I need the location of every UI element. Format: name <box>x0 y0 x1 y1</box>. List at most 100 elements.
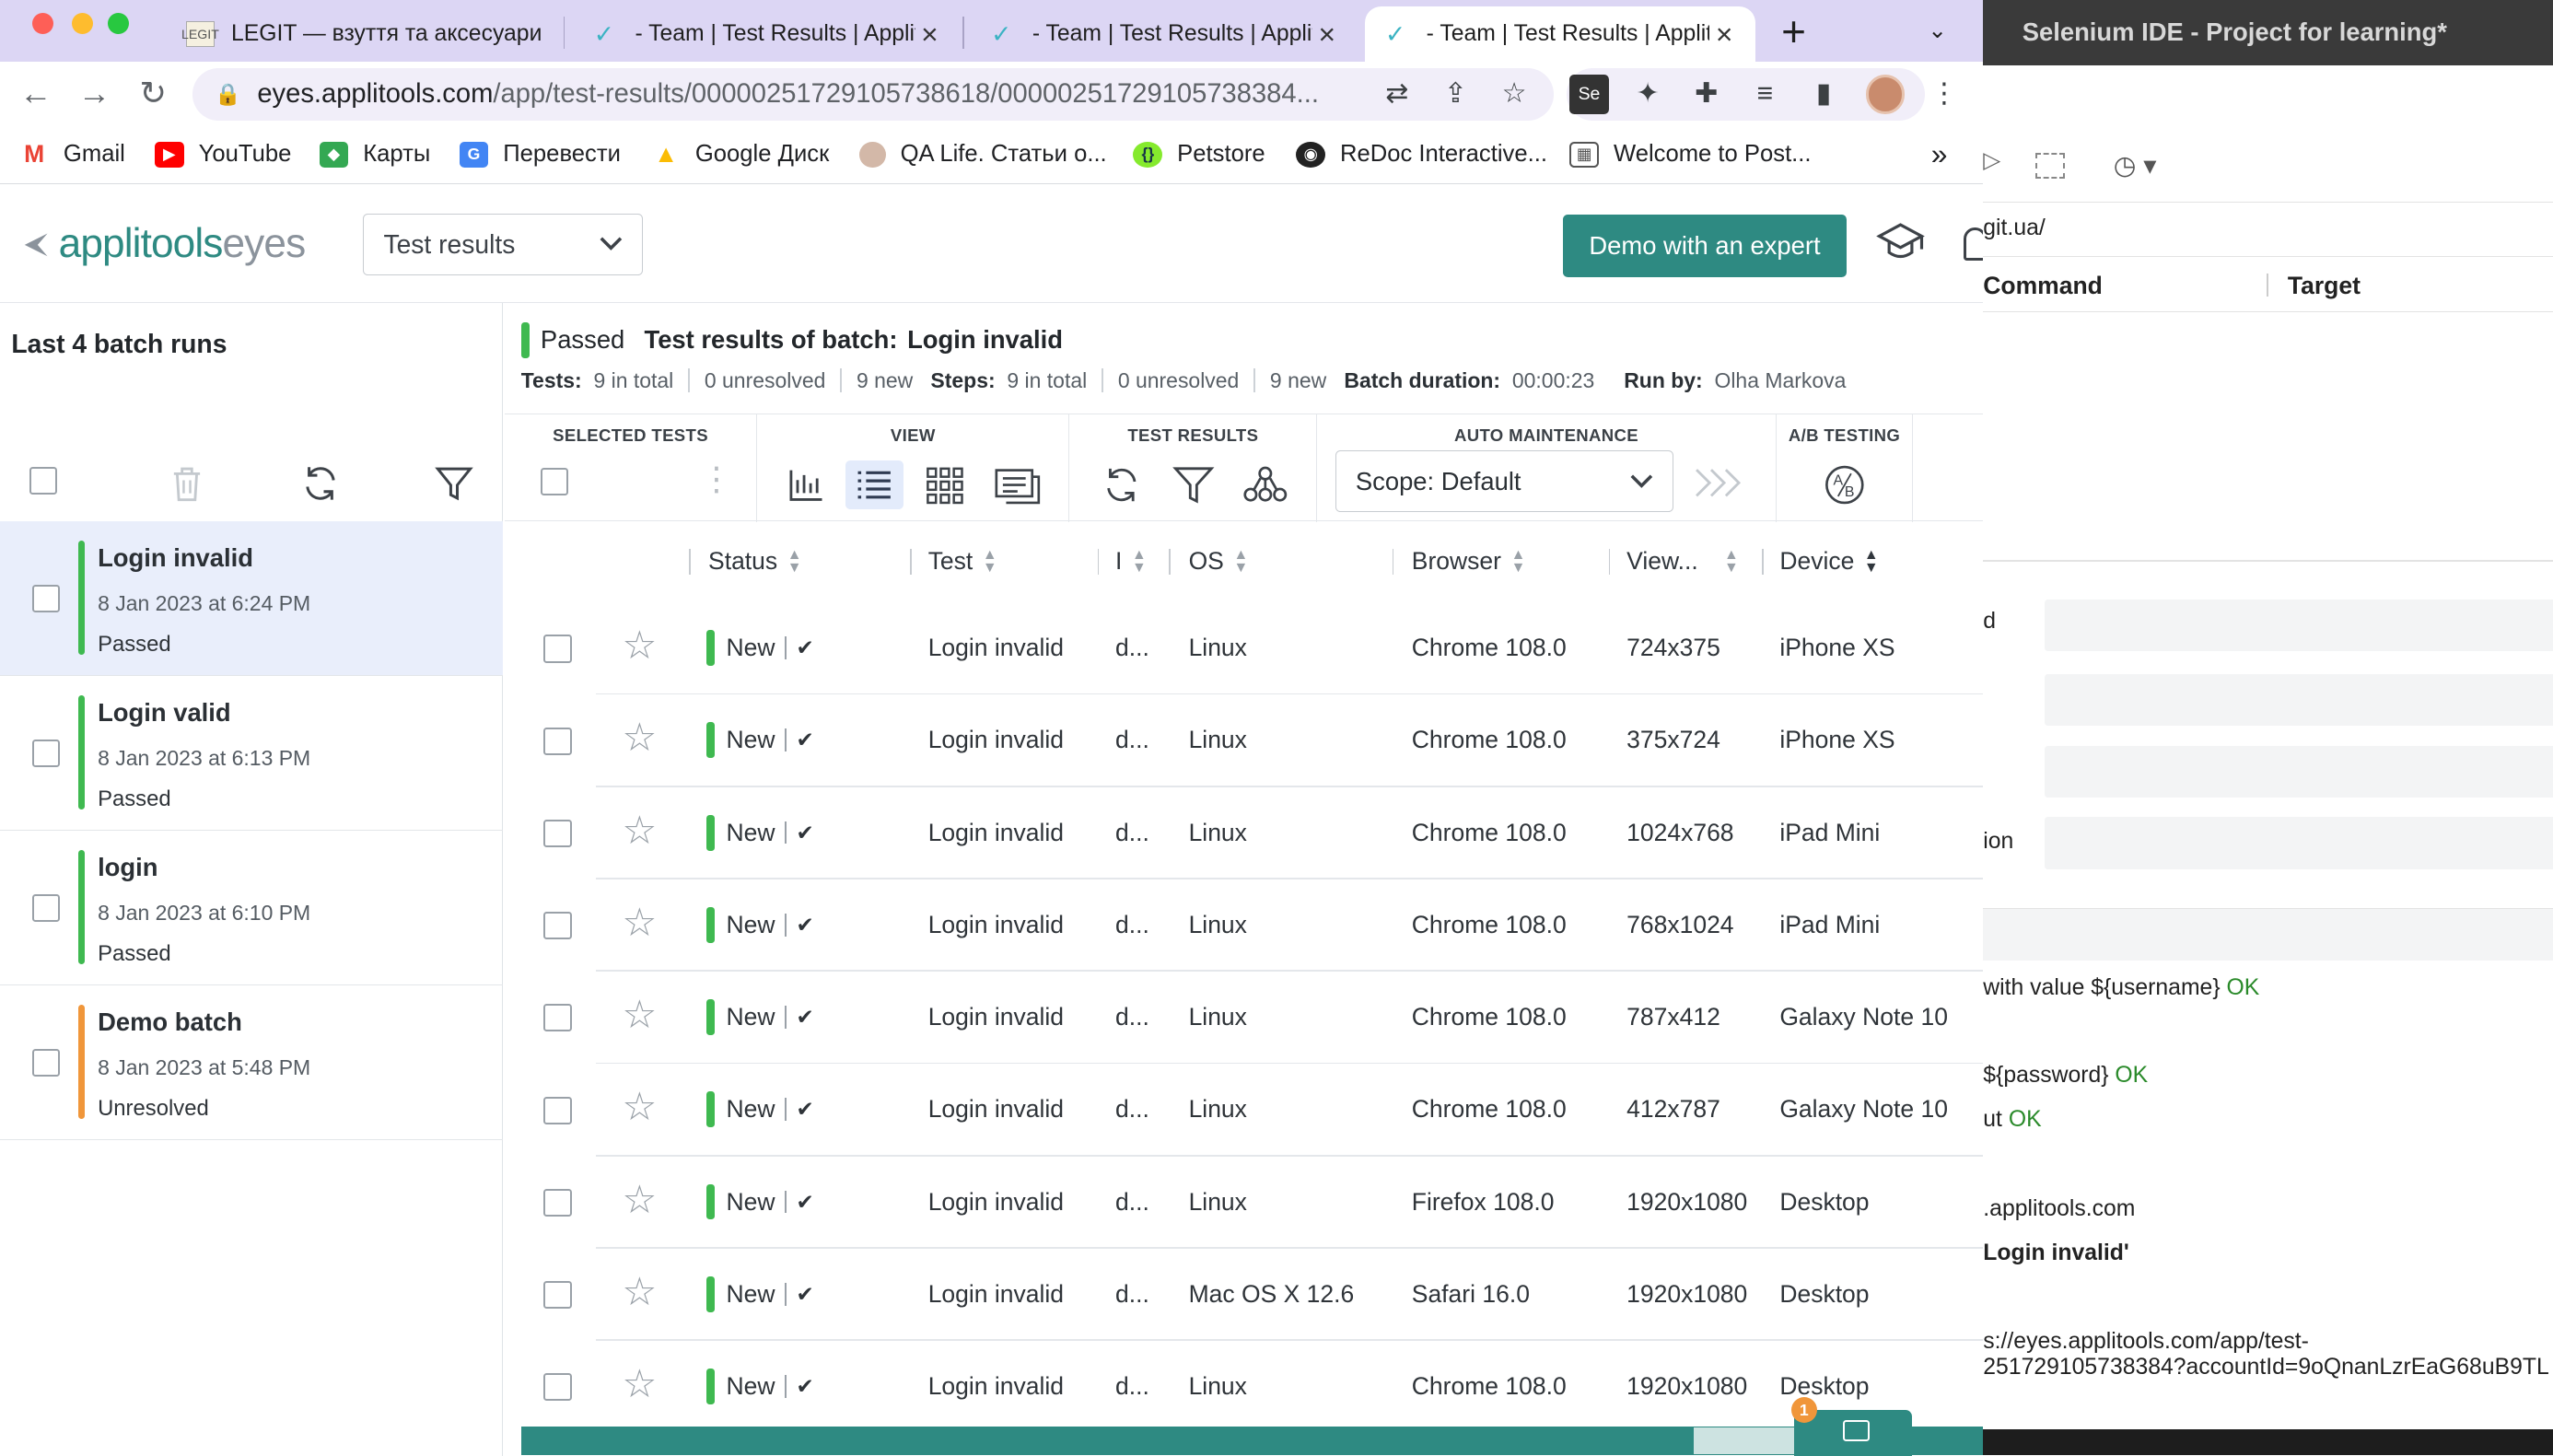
table-row[interactable]: ☆ New ✔ Login invalid d... Mac OS X 12.6 Safar… <box>505 1249 1984 1342</box>
table-row[interactable]: ☆ New ✔ Login invalid d... Linux Chrome 108.0 1… <box>505 1341 1984 1434</box>
address-bar[interactable]: 🔒 eyes.applitools.com/app/test-results/0… <box>192 68 1554 121</box>
kebab-menu-icon[interactable]: ⋮ <box>700 460 732 498</box>
speed-timer-icon[interactable]: ◷ ▾ <box>2114 150 2157 181</box>
trash-icon[interactable] <box>166 462 208 505</box>
ide-url-bar[interactable]: git.ua/ <box>1983 202 2553 258</box>
list-view-icon[interactable] <box>845 460 904 509</box>
table-row[interactable]: ☆ New ✔ Login invalid d... Linux Chrome 108.0 4… <box>505 1064 1984 1157</box>
run-all-icon[interactable]: ▷ <box>1983 146 2000 174</box>
applitools-logo[interactable]: applitools eyes <box>23 221 306 267</box>
bookmark-petstore[interactable]: {} Petstore <box>1133 136 1265 172</box>
row-checkbox[interactable] <box>543 819 572 847</box>
table-row[interactable]: ☆ New ✔ Login invalid d... Linux Chrome 108.0 7… <box>505 972 1984 1065</box>
row-checkbox[interactable] <box>543 635 572 663</box>
tab-search-chevron-icon[interactable]: ⌄ <box>1928 17 1947 44</box>
details-view-icon[interactable] <box>988 460 1047 509</box>
puzzle-extensions-icon[interactable]: ✚ <box>1687 75 1726 113</box>
translate-icon[interactable]: ⇄ <box>1378 75 1416 113</box>
star-icon[interactable]: ☆ <box>622 1270 657 1315</box>
forward-arrow-icon[interactable]: → <box>75 75 113 113</box>
status-cell[interactable]: New ✔ <box>706 787 814 879</box>
bookmark-translate[interactable]: G Перевести <box>459 136 621 172</box>
column-header-browser[interactable]: Browser ▲ ▼ <box>1412 522 1526 600</box>
row-checkbox[interactable] <box>543 912 572 940</box>
auto-maintain-arrows-icon[interactable] <box>1690 463 1749 502</box>
table-row[interactable]: ☆ New ✔ Login invalid d... Linux Chrome 108.0 1… <box>505 787 1984 879</box>
ab-testing-icon[interactable]: AB <box>1815 460 1874 509</box>
batch-item[interactable]: Demo batch 8 Jan 2023 at 5:48 PM Unresol… <box>0 985 504 1140</box>
star-icon[interactable]: ☆ <box>622 901 657 946</box>
row-checkbox[interactable] <box>543 1096 572 1124</box>
row-checkbox[interactable] <box>543 1373 572 1402</box>
applitools-extension-icon[interactable]: ✦ <box>1628 75 1667 113</box>
filter-icon[interactable] <box>1164 460 1223 509</box>
bookmark-maps[interactable]: ◆ Карты <box>319 136 430 172</box>
bookmark-gmail[interactable]: M Gmail <box>19 136 125 172</box>
star-bookmark-icon[interactable]: ☆ <box>1495 75 1533 113</box>
row-checkbox[interactable] <box>543 1188 572 1217</box>
select-all-batches-checkbox[interactable] <box>29 467 57 495</box>
row-checkbox[interactable] <box>543 1281 572 1310</box>
ide-value-field[interactable] <box>2045 745 2553 798</box>
filter-icon[interactable] <box>433 462 475 505</box>
column-header-i[interactable]: I ▲ ▼ <box>1115 522 1147 600</box>
browser-tab-applitools-active[interactable]: ✓ - Team | Test Results | Applitools × <box>1364 6 1755 63</box>
batch-checkbox[interactable] <box>32 893 61 922</box>
bookmark-qa-life[interactable]: QA Life. Статьи о... <box>859 136 1107 172</box>
column-header-os[interactable]: OS ▲ ▼ <box>1189 522 1249 600</box>
bar-chart-view-icon[interactable] <box>776 460 835 509</box>
browser-tab-applitools-2[interactable]: ✓ - Team | Test Results | Applitools × <box>971 6 1358 62</box>
bell-icon[interactable] <box>1964 227 1984 261</box>
batch-checkbox[interactable] <box>32 1048 61 1077</box>
share-icon[interactable]: ⇪ <box>1436 75 1475 113</box>
demo-with-expert-button[interactable]: Demo with an expert <box>1563 215 1847 277</box>
scrollbar-thumb[interactable] <box>1693 1427 1801 1454</box>
status-cell[interactable]: New ✔ <box>706 1341 814 1432</box>
status-cell[interactable]: New ✔ <box>706 1064 814 1155</box>
new-tab-icon[interactable]: + <box>1781 6 1806 56</box>
table-row[interactable]: ☆ New ✔ Login invalid d... Linux Chrome 108.0 7… <box>505 879 1984 973</box>
bookmark-youtube[interactable]: ▶ YouTube <box>154 136 291 172</box>
table-row[interactable]: ☆ New ✔ Login invalid d... Linux Firefox 108.0… <box>505 1157 1984 1249</box>
browser-tab-applitools-1[interactable]: ✓ - Team | Test Results | Applitools × <box>573 6 961 62</box>
minimize-window-button[interactable] <box>71 13 93 35</box>
status-cell[interactable]: New ✔ <box>706 602 814 693</box>
status-cell[interactable]: New ✔ <box>706 972 814 1063</box>
close-tab-icon[interactable]: × <box>1709 17 1739 52</box>
column-header-test[interactable]: Test ▲ ▼ <box>928 522 997 600</box>
back-arrow-icon[interactable]: ← <box>17 75 55 113</box>
status-cell[interactable]: New ✔ <box>706 879 814 971</box>
step-over-icon[interactable] <box>2034 153 2065 180</box>
kebab-menu-icon[interactable]: ⋮ <box>1925 75 1964 113</box>
star-icon[interactable]: ☆ <box>622 809 657 854</box>
batch-item[interactable]: Login invalid 8 Jan 2023 at 6:24 PM Pass… <box>0 520 504 676</box>
ide-target-field[interactable] <box>2045 673 2553 727</box>
refresh-icon[interactable] <box>1092 460 1151 509</box>
column-header-viewport[interactable]: View... ▲ ▼ <box>1626 522 1739 600</box>
close-window-button[interactable] <box>32 13 54 35</box>
batch-checkbox[interactable] <box>32 584 61 612</box>
reload-icon[interactable]: ↻ <box>134 75 172 113</box>
close-tab-icon[interactable]: × <box>915 17 945 52</box>
side-panel-icon[interactable]: ▮ <box>1804 75 1843 113</box>
row-checkbox[interactable] <box>543 727 572 755</box>
bookmark-google-drive[interactable]: ▲ Google Диск <box>651 136 829 172</box>
refresh-icon[interactable] <box>299 462 342 505</box>
table-row[interactable]: ☆ New ✔ Login invalid d... Linux Chrome 108.0 3… <box>505 694 1984 787</box>
batch-checkbox[interactable] <box>32 739 61 767</box>
row-checkbox[interactable] <box>543 1004 572 1032</box>
ide-command-field[interactable] <box>2045 599 2553 652</box>
star-icon[interactable]: ☆ <box>622 716 657 761</box>
selenium-extension-icon[interactable]: Se <box>1569 75 1609 114</box>
star-icon[interactable]: ☆ <box>622 1085 657 1130</box>
batch-item[interactable]: login 8 Jan 2023 at 6:10 PM Passed <box>0 831 504 985</box>
view-select-dropdown[interactable]: Test results <box>363 213 644 275</box>
column-header-device[interactable]: Device ▲ ▼ <box>1779 522 1878 600</box>
bookmark-postman[interactable]: ▦ Welcome to Post... <box>1569 136 1812 172</box>
bookmark-redoc[interactable]: ◉ ReDoc Interactive... <box>1296 136 1547 172</box>
star-icon[interactable]: ☆ <box>622 1178 657 1223</box>
profile-avatar[interactable] <box>1866 75 1906 114</box>
ide-description-field[interactable] <box>2045 817 2553 870</box>
column-header-status[interactable]: Status ▲ ▼ <box>708 522 801 600</box>
grid-view-icon[interactable] <box>916 460 975 509</box>
